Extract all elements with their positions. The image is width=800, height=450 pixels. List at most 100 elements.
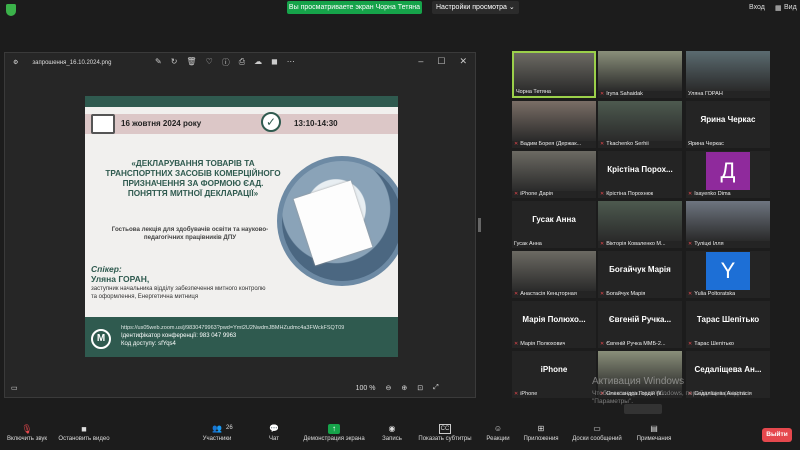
participant-name: Чорна Тетяна [516, 89, 551, 95]
clock-check-icon: ✓ [261, 112, 281, 132]
participant-tile[interactable]: ✕ Вадим Борея (Держак... [512, 101, 596, 148]
participant-name: ✕ Богайчук Марія [600, 291, 646, 297]
mic-muted-icon: ✕ [514, 191, 519, 197]
participant-display-name: Ярина Черкас [700, 115, 756, 124]
participant-display-name: Богайчук Марія [609, 265, 671, 274]
participant-name: ✕ Марія Полюхович [514, 341, 566, 347]
leave-button[interactable]: Выйти [762, 428, 792, 442]
participant-tile[interactable]: Крістіна Порох... ✕ Крістіна Порохнюк [598, 151, 682, 198]
mic-muted-icon: ✕ [600, 291, 605, 297]
participant-tile[interactable]: ✕ Вікторія Коваленко М... [598, 201, 682, 248]
university-logo: М [91, 329, 111, 349]
close-icon[interactable]: ✕ [459, 56, 467, 67]
participant-tile[interactable]: ✕ Tkachenko Serhii [598, 101, 682, 148]
favorite-icon[interactable]: ♡ [206, 57, 213, 68]
participant-tile[interactable]: ✕ Iryna Sahaidak [598, 51, 682, 98]
slide-subtitle: Гостьова лекція для здобувачів освіти та… [111, 226, 269, 241]
shield-icon[interactable] [6, 4, 16, 16]
mic-muted-icon: ✕ [600, 191, 605, 197]
participant-display-name: Тарас Шепітько [696, 315, 760, 324]
info-icon[interactable]: ⓘ [222, 57, 230, 68]
zoom-level[interactable]: 100 % [356, 385, 376, 392]
filmstrip-icon[interactable]: ▭ [11, 384, 18, 392]
participant-tile[interactable]: Гусак Анна Гусак Анна [512, 201, 596, 248]
participant-tile[interactable]: Марія Полюхо... ✕ Марія Полюхович [512, 301, 596, 348]
edit-icon[interactable]: ✎ [155, 57, 162, 68]
whiteboards-button[interactable]: ▭ Доски сообщений [568, 424, 626, 442]
slide-time: 13:10-14:30 [294, 119, 338, 128]
stop-video-button[interactable]: ■ Остановить видео [56, 424, 112, 442]
participant-tile[interactable]: Богайчук Марія ✕ Богайчук Марія [598, 251, 682, 298]
record-button[interactable]: ◉ Запись [380, 424, 404, 442]
gallery-scroll-handle[interactable] [624, 404, 662, 414]
view-button[interactable]: Вид [784, 4, 797, 11]
view-options-button[interactable]: Настройки просмотра ⌄ [432, 1, 519, 14]
share-banner: Вы просматриваете экран Чорна Тетяна [287, 1, 422, 14]
zoom-out-icon[interactable]: ⊖ [385, 384, 391, 392]
participant-name: ✕ Вікторія Коваленко М... [600, 241, 666, 247]
chat-label: Чат [269, 436, 279, 442]
chat-button[interactable]: 💬 Чат [264, 424, 284, 442]
participant-video [686, 201, 770, 241]
participant-display-name: Євгеній Ручка... [608, 315, 672, 324]
participant-video [686, 51, 770, 91]
activation-watermark-detail: Чтобы активировать Windows, перейдите в … [592, 390, 746, 405]
delete-icon[interactable]: 🗑 [186, 57, 196, 68]
participant-tile[interactable]: ✕ Туліцкі Ілля [686, 201, 770, 248]
speaker-role: заступник начальника відділу забезпеченн… [91, 286, 266, 300]
notes-button[interactable]: ▤ Примечания [632, 424, 676, 442]
participant-name: ✕ Крістіна Порохнюк [600, 191, 654, 197]
participant-tile[interactable]: Євгеній Ручка... ✕ Євгеній Ручка ММБ-2... [598, 301, 682, 348]
participant-avatar-letter: Д [706, 152, 750, 190]
participant-display-name: Гусак Анна [532, 215, 576, 224]
slide-title: «ДЕКЛАРУВАННЯ ТОВАРІВ ТА ТРАНСПОРТНИХ ЗА… [105, 159, 281, 198]
splitter-handle[interactable] [478, 218, 481, 232]
apps-icon: ⊞ [537, 424, 545, 433]
mic-muted-icon: ✕ [600, 91, 605, 97]
print-icon[interactable]: ⎙ [239, 57, 245, 68]
clipchamp-icon[interactable]: ◼ [271, 57, 278, 68]
participant-tile[interactable]: Тарас Шепітько ✕ Тарас Шепітько [686, 301, 770, 348]
viewer-statusbar: ▭ 100 % ⊖ ⊕ ⊡ ⤢ [5, 379, 475, 397]
captions-button[interactable]: CC Показать субтитры [416, 424, 474, 442]
view-grid-icon[interactable]: ▦ [775, 4, 782, 12]
share-icon: ↑ [328, 424, 340, 434]
participants-icon: 👥 [212, 424, 222, 433]
more-icon[interactable]: ⋯ [287, 57, 295, 68]
participant-avatar-letter: Y [706, 252, 750, 290]
enter-button[interactable]: Вход [749, 4, 765, 11]
fullscreen-icon[interactable]: ⤢ [433, 384, 439, 392]
participant-display-name: Седаліщева Ан... [694, 365, 762, 374]
apps-button[interactable]: ⊞ Приложения [520, 424, 562, 442]
participant-tile[interactable]: ✕ Анастасія Кенцторная [512, 251, 596, 298]
reactions-button[interactable]: ☺ Реакции [484, 424, 512, 442]
unmute-button[interactable]: 🎙 Включить звук [4, 424, 50, 442]
participant-name: ✕ Вадим Борея (Держак... [514, 141, 582, 147]
invitation-slide: 16 жовтня 2024 року ✓ 13:10-14:30 «ДЕКЛА… [85, 96, 398, 357]
viewer-filename: запрошення_16.10.2024.png [32, 59, 112, 66]
participant-tile[interactable]: Ярина Черкас Ярина Черкас [686, 101, 770, 148]
participant-video [514, 53, 594, 93]
maximize-icon[interactable]: ☐ [437, 56, 445, 67]
participant-tile[interactable]: Y ✕ Yulia Poltoratska [686, 251, 770, 298]
participant-tile[interactable]: Д ✕ Isayenko Dima [686, 151, 770, 198]
participant-display-name: Крістіна Порох... [607, 165, 673, 174]
share-screen-button[interactable]: ↑ Демонстрация экрана [300, 424, 368, 442]
fit-icon[interactable]: ⊡ [417, 384, 423, 392]
participant-video [598, 201, 682, 241]
participant-tile[interactable]: iPhone ✕ iPhone [512, 351, 596, 398]
participant-name: ✕ Yulia Poltoratska [688, 291, 736, 297]
viewer-toolbar: ✎ ↻ 🗑 ♡ ⓘ ⎙ ☁ ◼ ⋯ [155, 57, 295, 68]
participant-tile[interactable]: ✕ iPhone Дарія [512, 151, 596, 198]
minimize-icon[interactable]: – [418, 56, 423, 67]
participant-tile[interactable]: Уляна ГОРАН [686, 51, 770, 98]
rotate-icon[interactable]: ↻ [171, 57, 178, 68]
zoom-link: https://us05web.zoom.us/j/9830479963?pwd… [121, 325, 345, 331]
zoom-in-icon[interactable]: ⊕ [401, 384, 407, 392]
mic-muted-icon: 🎙 [21, 424, 33, 434]
cloud-icon[interactable]: ☁ [254, 57, 262, 68]
whiteboard-icon: ▭ [593, 424, 601, 433]
record-label: Запись [382, 436, 402, 442]
notes-label: Примечания [636, 436, 672, 442]
participant-tile[interactable]: Чорна Тетяна [512, 51, 596, 98]
